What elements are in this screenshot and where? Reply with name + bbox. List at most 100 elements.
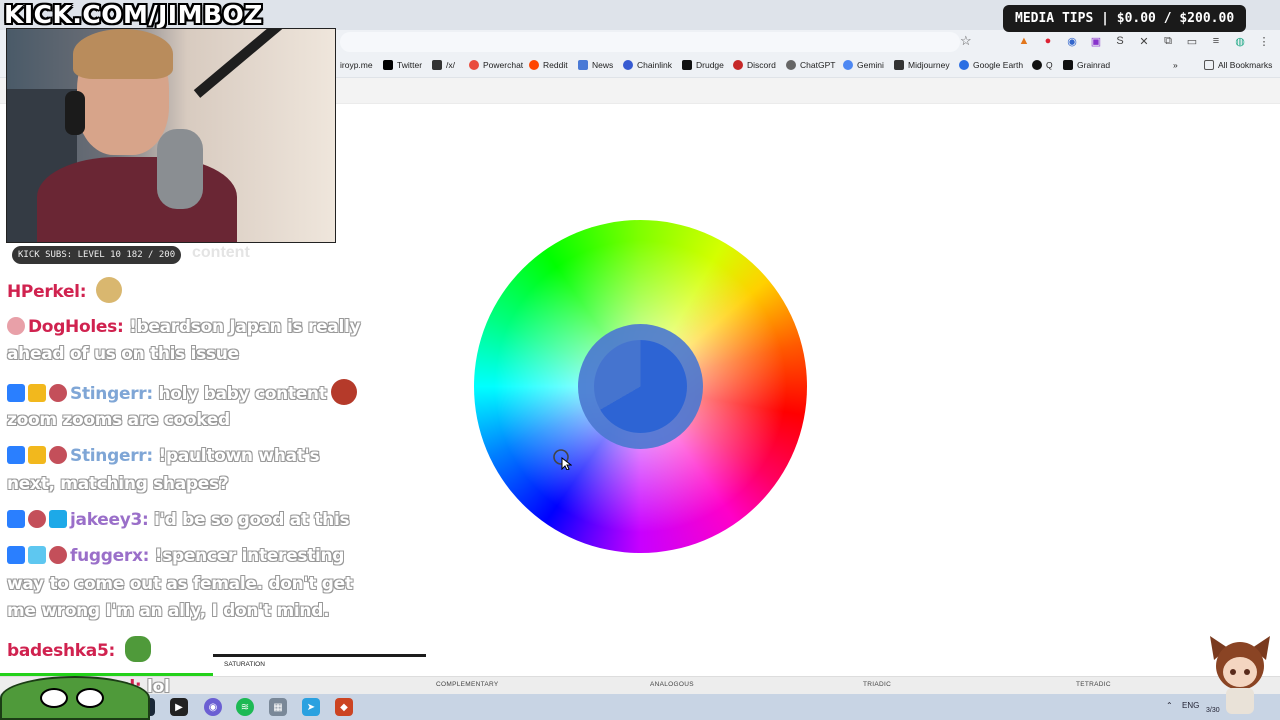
telegram-icon[interactable]: ➤	[302, 698, 320, 716]
profile-avatar-icon[interactable]: ◍	[1232, 33, 1248, 49]
mouse-cursor-icon	[553, 449, 572, 470]
bookmark-label: Reddit	[543, 60, 568, 70]
avatar-badge-icon	[49, 384, 67, 402]
audio-icon[interactable]: ◉	[1064, 33, 1080, 49]
chat-message: fuggerx: !spencer interesting	[7, 543, 344, 570]
address-bar[interactable]	[340, 32, 960, 52]
chrome-app-icon[interactable]: ◉	[204, 698, 222, 716]
tab-complementary[interactable]: COMPLEMENTARY	[436, 681, 499, 688]
app-icon[interactable]: ▦	[269, 698, 287, 716]
chat-message-continued: way to come out as female. don't get	[7, 571, 353, 598]
bookmark-label: iroyp.me	[340, 60, 373, 70]
bookmark-item[interactable]: Discord	[733, 60, 776, 70]
twitter-icon	[383, 60, 393, 70]
chat-username: DogHoles:	[28, 317, 124, 337]
bookmark-item[interactable]: Q	[1032, 60, 1053, 70]
anime-mascot-icon	[1210, 636, 1270, 714]
bookmark-item[interactable]: Twitter	[383, 60, 422, 70]
bookmark-item[interactable]: Reddit	[529, 60, 568, 70]
bookmark-star-icon[interactable]: ☆	[960, 33, 976, 49]
tray-chevron-icon[interactable]: ⌃	[1166, 701, 1173, 710]
bookmark-item[interactable]: Powerchat	[469, 60, 523, 70]
chat-message: Stingerr: !paultown what's	[7, 443, 320, 470]
extension-purple-icon[interactable]: ▣	[1088, 33, 1104, 49]
tab-triadic[interactable]: TRIADIC	[863, 681, 891, 688]
bookmarks-overflow-icon[interactable]: »	[1173, 60, 1178, 70]
avatar-badge-icon	[28, 510, 46, 528]
chat-message: jakeey3: i'd be so good at this	[7, 507, 350, 534]
microphone-icon	[157, 129, 203, 209]
emote-icon	[95, 277, 122, 303]
extension-s-icon[interactable]: S	[1112, 33, 1128, 49]
webcam-shirt	[37, 157, 237, 242]
bookmark-item[interactable]: /x/	[432, 60, 455, 70]
tab-analogous[interactable]: ANALOGOUS	[650, 681, 694, 688]
bookmark-item[interactable]: ChatGPT	[786, 60, 835, 70]
bookmark-label: Gemini	[857, 60, 884, 70]
bookmark-item[interactable]: Google Earth	[959, 60, 1023, 70]
google-earth-icon	[959, 60, 969, 70]
tab-tetradic[interactable]: TETRADIC	[1076, 681, 1111, 688]
gemini-icon	[843, 60, 853, 70]
x-extension-icon[interactable]: ✕	[1136, 33, 1152, 49]
chat-message: badeshka5:	[7, 636, 151, 665]
language-indicator[interactable]: ENG	[1182, 701, 1199, 710]
news-icon	[578, 60, 588, 70]
bookmark-label: ChatGPT	[800, 60, 836, 70]
all-bookmarks-button[interactable]: All Bookmarks	[1204, 60, 1272, 70]
screen: ☆ ▲ ● ◉ ▣ S ✕ ⧉ ▭ ≡ ◍ ⋮ iroyp.me Twitter…	[0, 0, 1280, 720]
extension-badge-icon[interactable]: ●	[1040, 33, 1056, 49]
reading-list-icon[interactable]: ≡	[1208, 33, 1224, 49]
puzzle-icon[interactable]: ⧉	[1160, 33, 1176, 49]
obs-icon[interactable]: ◆	[335, 698, 353, 716]
pepe-overlay-icon	[0, 676, 150, 720]
folder-icon	[1204, 60, 1214, 70]
terminal-icon[interactable]: ▶	[170, 698, 188, 716]
bookmark-item[interactable]: Midjourney	[894, 60, 950, 70]
chat-username: fuggerx:	[70, 546, 150, 566]
spotify-icon[interactable]: ≋	[236, 698, 254, 716]
chat-text: i'd be so good at this	[154, 510, 350, 530]
metamask-icon[interactable]: ▲	[1016, 33, 1032, 49]
tab-saturation-label: SATURATION	[224, 661, 265, 668]
chat-message: DogHoles: !beardson Japan is really	[7, 314, 361, 341]
bookmark-item[interactable]: Drudge	[682, 60, 724, 70]
bookmark-item[interactable]: Gemini	[843, 60, 884, 70]
bookmark-item[interactable]: Chainlink	[623, 60, 672, 70]
arrow-badge-icon	[7, 384, 25, 402]
chat-username: Stingerr:	[70, 384, 153, 404]
screen-cast-icon[interactable]: ▭	[1184, 33, 1200, 49]
chat-username: badeshka5:	[7, 641, 115, 661]
webcam-feed	[6, 28, 336, 243]
chat-text: ahead of us on this issue	[7, 344, 239, 364]
midjourney-icon	[894, 60, 904, 70]
sub-badge-icon	[7, 317, 25, 335]
crown-badge-icon	[28, 384, 46, 402]
emote-icon	[330, 379, 357, 405]
bookmark-label: News	[592, 60, 614, 70]
bookmark-item[interactable]: Grainrad	[1063, 60, 1110, 70]
bookmark-label: Drudge	[696, 60, 724, 70]
chat-text: lol	[147, 677, 170, 697]
bookmark-label: Discord	[747, 60, 776, 70]
selected-color-swatch[interactable]	[594, 340, 687, 433]
mic-arm	[193, 29, 316, 98]
extension-icons: ▲ ● ◉ ▣ S ✕ ⧉ ▭ ≡ ◍ ⋮	[1016, 33, 1272, 49]
faded-chat-text: content	[192, 244, 250, 261]
discord-icon	[733, 60, 743, 70]
avatar-badge-icon	[49, 446, 67, 464]
chat-text: !beardson Japan is really	[129, 317, 361, 337]
headphones-icon	[65, 91, 85, 135]
pepe-eye	[76, 688, 104, 708]
bookmark-item[interactable]: iroyp.me	[340, 60, 373, 70]
bookmark-item[interactable]: News	[578, 60, 613, 70]
chat-message-continued: ahead of us on this issue	[7, 341, 239, 368]
menu-icon[interactable]: ⋮	[1256, 33, 1272, 49]
chat-text: zoom zooms are cooked	[7, 410, 230, 430]
powerchat-icon	[469, 60, 479, 70]
chat-message-continued: me wrong I'm an ally, I don't mind.	[7, 598, 330, 625]
avatar-badge-icon	[49, 546, 67, 564]
arrow-badge-icon	[7, 446, 25, 464]
chat-username: Stingerr:	[70, 446, 153, 466]
arrow-badge-icon	[7, 546, 25, 564]
